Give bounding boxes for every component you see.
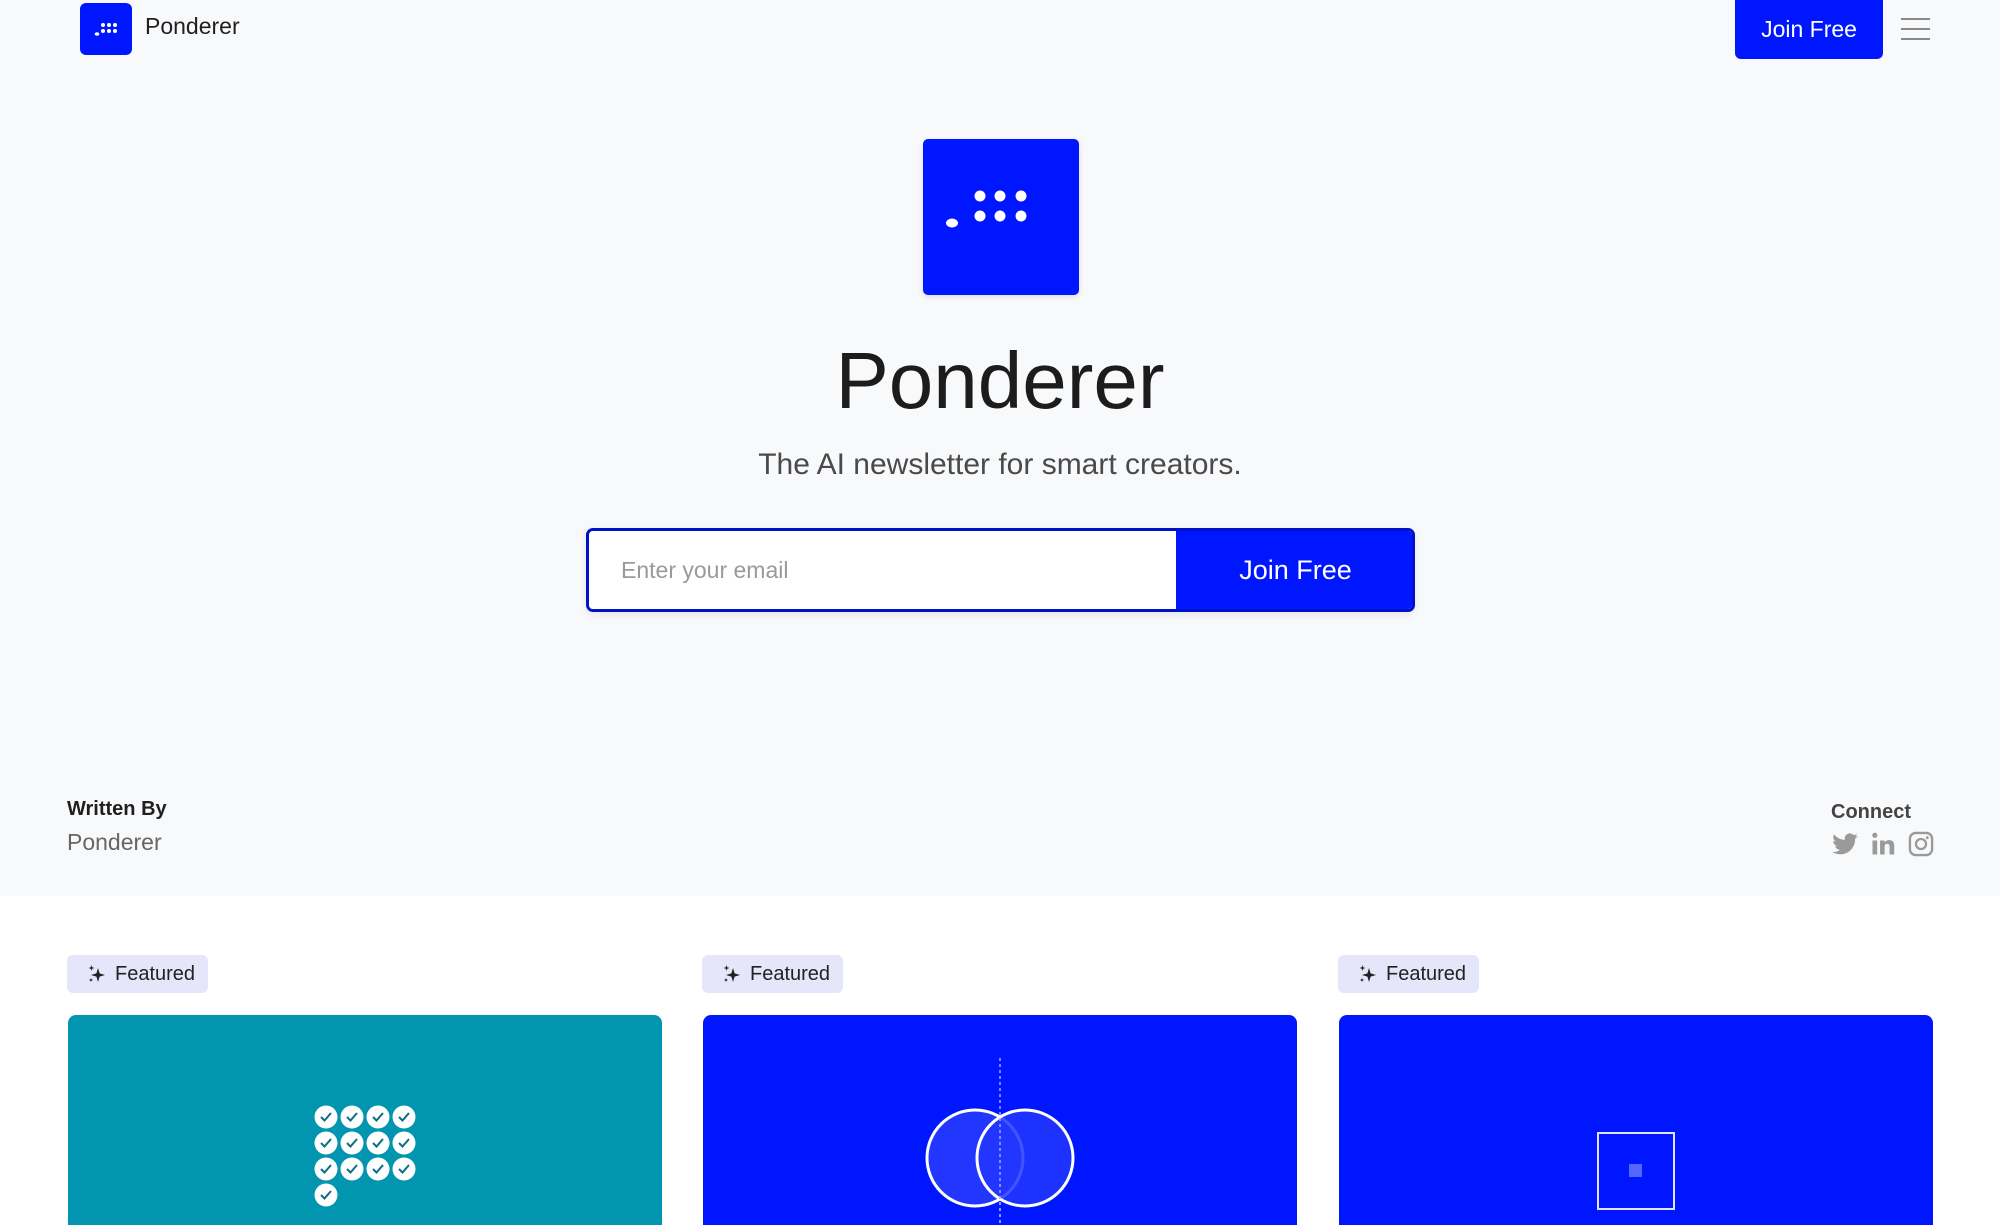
verified-badge-icon: [366, 1157, 390, 1181]
nav-logo[interactable]: [80, 3, 132, 55]
post-card-image[interactable]: [68, 1015, 662, 1225]
verified-badge-icon: [314, 1131, 338, 1155]
dots-logo-icon: [94, 23, 117, 36]
verified-badge-icon: [392, 1157, 416, 1181]
hero-logo: [923, 139, 1079, 295]
connect-label: Connect: [1831, 801, 1911, 823]
author-name[interactable]: Ponderer: [67, 829, 162, 856]
nav-site-title[interactable]: Ponderer: [145, 13, 240, 40]
verified-badge-icon: [340, 1157, 364, 1181]
verified-badge-icon: [314, 1157, 338, 1181]
written-by-label: Written By: [67, 798, 167, 820]
hamburger-menu-icon[interactable]: [1901, 16, 1930, 42]
featured-badge: Featured: [702, 955, 844, 993]
verified-badges-illustration: [314, 1105, 416, 1207]
nav-join-button[interactable]: Join Free: [1735, 0, 1883, 59]
badge-label: Featured: [1386, 962, 1467, 985]
sparkles-icon: [1359, 965, 1376, 982]
verified-badge-icon: [314, 1183, 338, 1207]
verified-badge-icon: [366, 1131, 390, 1155]
hero-title: Ponderer: [835, 336, 1165, 425]
signup-form: Join Free: [586, 528, 1415, 612]
verified-badge-icon: [366, 1105, 390, 1129]
verified-badge-icon: [392, 1105, 416, 1129]
post-card-image[interactable]: [1339, 1015, 1933, 1225]
hero-subtitle: The AI newsletter for smart creators.: [758, 448, 1242, 481]
featured-badge: Featured: [67, 955, 209, 993]
square-outline-illustration: [1597, 1132, 1675, 1210]
post-card-image[interactable]: [703, 1015, 1297, 1225]
verified-badge-icon: [314, 1105, 338, 1129]
verified-badge-icon: [340, 1131, 364, 1155]
sparkles-icon: [88, 965, 105, 982]
linkedin-icon[interactable]: [1869, 830, 1897, 858]
verified-badge-icon: [392, 1131, 416, 1155]
instagram-icon[interactable]: [1907, 830, 1935, 858]
sparkles-icon: [723, 965, 740, 982]
join-free-button[interactable]: Join Free: [1176, 531, 1412, 609]
verified-badge-icon: [340, 1105, 364, 1129]
venn-circles-illustration: [925, 1058, 1075, 1225]
twitter-icon[interactable]: [1831, 830, 1859, 858]
featured-badge: Featured: [1338, 955, 1480, 993]
badge-label: Featured: [750, 962, 831, 985]
badge-label: Featured: [115, 962, 196, 985]
hero-section: Ponderer Join Free Ponderer The AI newsl…: [0, 0, 2000, 896]
dots-logo-icon: [946, 190, 1027, 228]
email-input[interactable]: [589, 531, 1176, 609]
